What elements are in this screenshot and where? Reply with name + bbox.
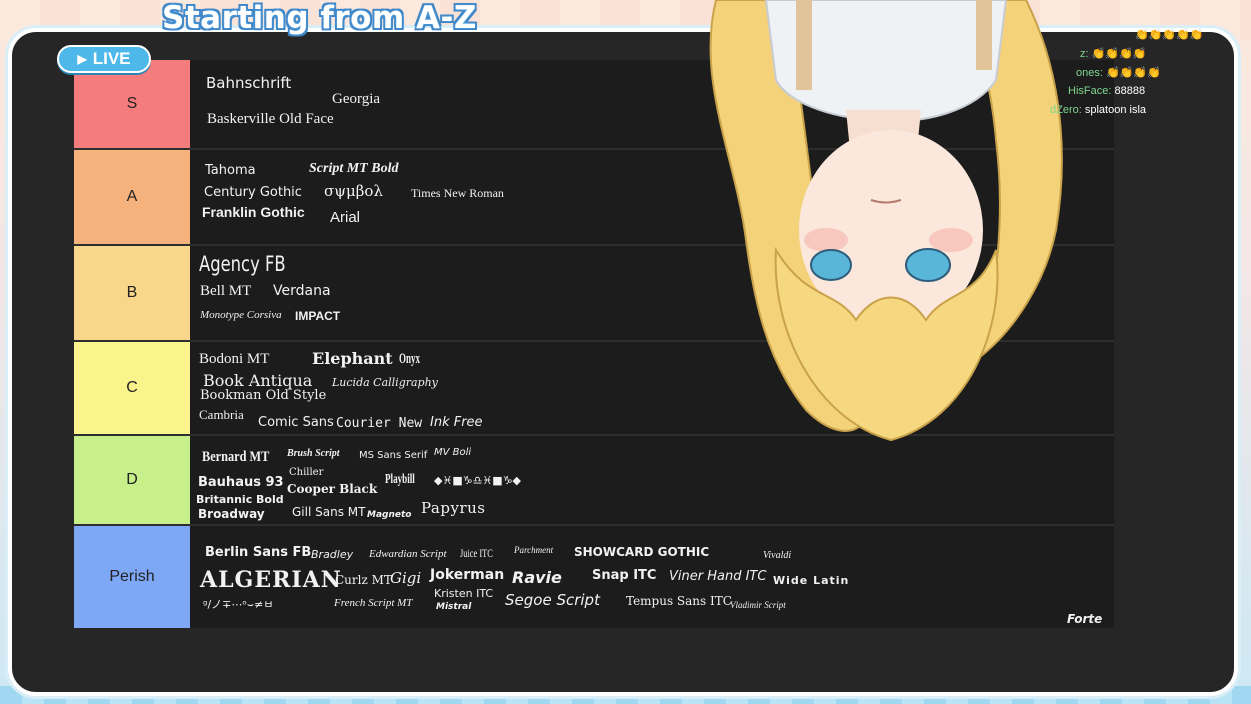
font-item[interactable]: Papyrus [421, 501, 485, 516]
font-item[interactable]: Bernard MT [202, 450, 269, 465]
font-item[interactable]: Juice ITC [460, 547, 493, 559]
font-item[interactable]: Britannic Bold [196, 494, 284, 505]
font-item[interactable]: Curlz MT [335, 574, 392, 586]
clap-emotes: 👏👏👏👏👏 [1135, 29, 1204, 41]
font-item[interactable]: Georgia [332, 92, 380, 107]
blush-right [929, 228, 973, 252]
tier-items-perish: Berlin Sans FB Bradley Edwardian Script … [192, 526, 1114, 628]
stream-title: Starting from A-Z [162, 0, 477, 36]
tier-label-d: D [74, 436, 190, 524]
font-item[interactable]: French Script MT [334, 598, 412, 609]
chat-message: 👏👏👏👏 [1091, 48, 1147, 60]
font-item[interactable]: ◆♓■♑♎♓■♑◆ [434, 475, 521, 486]
font-item[interactable]: Lucida Calligraphy [332, 377, 438, 388]
font-item[interactable]: Bell MT [200, 284, 251, 299]
font-item[interactable]: Gill Sans MT [292, 506, 365, 518]
chat-line: HisFace: 88888 [1068, 85, 1145, 97]
tier-label-s: S [74, 60, 190, 148]
live-label: LIVE [92, 49, 131, 68]
tier-label-a: A [74, 150, 190, 244]
font-item[interactable]: MS Sans Serif [359, 451, 427, 461]
strap-right [976, 0, 992, 70]
tier-label-b: B [74, 246, 190, 340]
blush-left [804, 228, 848, 252]
chat-message: 88888 [1114, 85, 1146, 97]
chat-line: dZero: splatoon isla [1050, 104, 1146, 116]
tier-label-perish: Perish [74, 526, 190, 628]
font-item[interactable]: Elephant [312, 351, 393, 367]
font-item[interactable]: Ravie [512, 570, 562, 586]
font-item[interactable]: Ink Free [430, 416, 483, 429]
chat-message: 👏👏👏👏 [1105, 67, 1161, 79]
font-item[interactable]: Book Antiqua [203, 373, 312, 389]
font-item[interactable]: Berlin Sans FB [205, 546, 311, 559]
font-item[interactable]: Segoe Script [505, 593, 600, 608]
font-item[interactable]: Vladimir Script [730, 601, 786, 610]
chat-overlay: 👏👏👏👏👏 z: 👏👏👏👏 ones: 👏👏👏👏 HisFace: 88888 … [1020, 28, 1220, 138]
eye-right [905, 248, 951, 282]
font-item[interactable]: Agency FB [199, 254, 286, 275]
font-item[interactable]: Century Gothic [204, 186, 302, 199]
font-item[interactable]: Snap ITC [592, 569, 656, 582]
chat-line: ones: 👏👏👏👏 [1076, 66, 1161, 79]
chat-username: dZero: [1050, 104, 1082, 116]
font-item[interactable]: Bradley [311, 549, 353, 560]
font-item[interactable]: IMPACT [295, 310, 340, 322]
play-icon: ▶ [77, 52, 87, 66]
font-item[interactable]: Comic Sans [258, 416, 334, 429]
font-item[interactable]: SHOWCARD GOTHIC [574, 546, 709, 558]
font-item[interactable]: Tempus Sans ITC [626, 595, 732, 607]
font-item[interactable]: Script MT Bold [309, 162, 398, 176]
font-item[interactable]: Arial [330, 210, 360, 225]
chat-line: 👏👏👏👏👏 [1135, 28, 1203, 41]
font-item[interactable]: Courier New [336, 417, 422, 430]
strap-left [796, 0, 812, 90]
live-badge: ▶ LIVE [57, 45, 151, 73]
tier-row-d: D Bernard MT Brush Script MS Sans Serif … [74, 436, 1114, 526]
font-item[interactable]: Mistral [436, 603, 471, 612]
font-item[interactable]: Jokerman [430, 568, 504, 582]
chat-message: splatoon isla [1084, 104, 1147, 116]
font-item[interactable]: ALGERIAN [200, 569, 342, 591]
font-item[interactable]: Brush Script [287, 449, 340, 459]
font-item[interactable]: Playbill [385, 473, 415, 487]
font-item[interactable]: Cambria [199, 408, 244, 421]
chat-username: HisFace: [1068, 85, 1112, 97]
font-item[interactable]: Tahoma [205, 164, 256, 177]
font-item[interactable]: Gigi [390, 571, 421, 586]
font-item[interactable]: σψμβολ [324, 184, 383, 199]
font-item[interactable]: Cooper Black [287, 483, 377, 495]
font-item[interactable]: Parchment [514, 546, 553, 555]
font-item[interactable]: Bookman Old Style [200, 389, 326, 402]
font-item[interactable]: Verdana [273, 284, 331, 298]
font-item[interactable]: Franklin Gothic [202, 205, 305, 219]
font-item[interactable]: Forte [1067, 613, 1102, 625]
font-item[interactable]: Viner Hand ITC [669, 570, 766, 583]
font-item[interactable]: Bauhaus 93 [198, 476, 284, 489]
font-item[interactable]: Bodoni MT [199, 352, 269, 367]
font-item[interactable]: Kristen ITC [434, 588, 493, 599]
font-item[interactable]: Monotype Corsiva [200, 310, 282, 321]
tier-row-perish: Perish Berlin Sans FB Bradley Edwardian … [74, 526, 1114, 628]
font-item[interactable]: Magneto [367, 511, 411, 520]
font-item[interactable]: Bahnschrift [206, 76, 291, 91]
chat-username: ones: [1076, 67, 1103, 79]
font-item[interactable]: Vivaldi [763, 551, 791, 561]
eye-left [810, 249, 852, 281]
font-item[interactable]: Onyx [399, 352, 420, 367]
tier-items-d: Bernard MT Brush Script MS Sans Serif MV… [192, 436, 1114, 524]
font-item[interactable]: Baskerville Old Face [207, 112, 334, 127]
font-item[interactable]: Times New Roman [411, 187, 504, 199]
font-item[interactable]: Broadway [198, 508, 265, 520]
font-item[interactable]: MV Boli [434, 448, 471, 458]
font-item[interactable]: Edwardian Script [369, 549, 447, 560]
font-item[interactable]: Wide Latin [773, 575, 849, 586]
tier-label-c: C [74, 342, 190, 434]
font-item[interactable]: ᵍ/ノ∓⋯ᵒ⌣≠ㅂ [203, 599, 274, 610]
chat-username: z: [1080, 48, 1089, 60]
font-item[interactable]: Chiller [289, 468, 323, 478]
chat-line: z: 👏👏👏👏 [1080, 47, 1146, 60]
